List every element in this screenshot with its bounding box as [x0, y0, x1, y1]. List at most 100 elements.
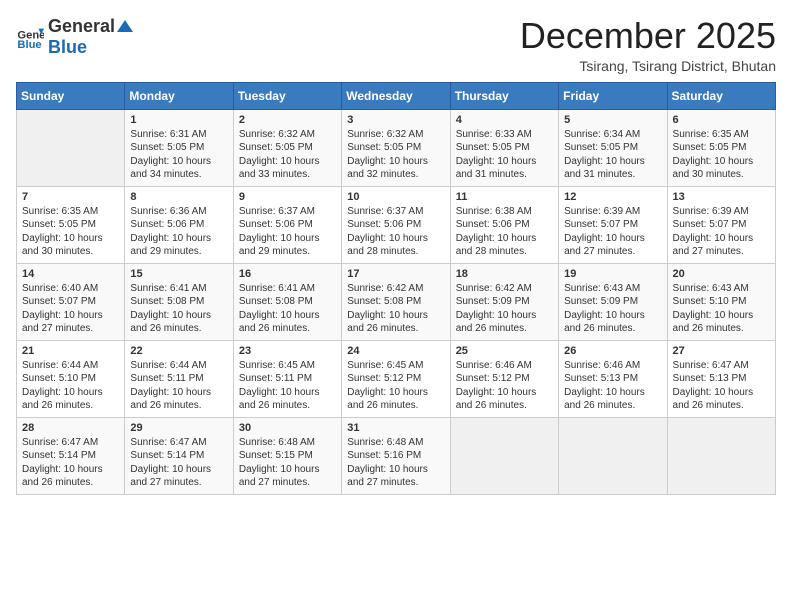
calendar-cell: 2 Sunrise: 6:32 AM Sunset: 5:05 PM Dayli…: [233, 109, 341, 186]
day-number: 18: [456, 268, 553, 280]
cell-content: Sunrise: 6:46 AM Sunset: 5:13 PM Dayligh…: [564, 359, 661, 413]
day-number: 25: [456, 345, 553, 357]
cell-content: Sunrise: 6:33 AM Sunset: 5:05 PM Dayligh…: [456, 128, 553, 182]
calendar-cell: 10 Sunrise: 6:37 AM Sunset: 5:06 PM Dayl…: [342, 186, 450, 263]
cell-content: Sunrise: 6:37 AM Sunset: 5:06 PM Dayligh…: [347, 205, 444, 259]
cell-content: Sunrise: 6:43 AM Sunset: 5:10 PM Dayligh…: [673, 282, 770, 336]
calendar-cell: [559, 417, 667, 494]
cell-content: Sunrise: 6:34 AM Sunset: 5:05 PM Dayligh…: [564, 128, 661, 182]
calendar-week-row: 28 Sunrise: 6:47 AM Sunset: 5:14 PM Dayl…: [17, 417, 776, 494]
calendar-cell: 4 Sunrise: 6:33 AM Sunset: 5:05 PM Dayli…: [450, 109, 558, 186]
day-number: 1: [130, 114, 227, 126]
calendar-cell: 13 Sunrise: 6:39 AM Sunset: 5:07 PM Dayl…: [667, 186, 775, 263]
day-number: 28: [22, 422, 119, 434]
day-number: 10: [347, 191, 444, 203]
cell-content: Sunrise: 6:32 AM Sunset: 5:05 PM Dayligh…: [239, 128, 336, 182]
cell-content: Sunrise: 6:45 AM Sunset: 5:12 PM Dayligh…: [347, 359, 444, 413]
day-number: 21: [22, 345, 119, 357]
cell-content: Sunrise: 6:41 AM Sunset: 5:08 PM Dayligh…: [130, 282, 227, 336]
calendar-cell: 20 Sunrise: 6:43 AM Sunset: 5:10 PM Dayl…: [667, 263, 775, 340]
day-number: 15: [130, 268, 227, 280]
cell-content: Sunrise: 6:40 AM Sunset: 5:07 PM Dayligh…: [22, 282, 119, 336]
calendar-cell: 23 Sunrise: 6:45 AM Sunset: 5:11 PM Dayl…: [233, 340, 341, 417]
day-number: 23: [239, 345, 336, 357]
day-number: 20: [673, 268, 770, 280]
logo-general: General: [48, 16, 115, 37]
calendar-cell: 8 Sunrise: 6:36 AM Sunset: 5:06 PM Dayli…: [125, 186, 233, 263]
day-number: 30: [239, 422, 336, 434]
calendar-week-row: 1 Sunrise: 6:31 AM Sunset: 5:05 PM Dayli…: [17, 109, 776, 186]
calendar-cell: 7 Sunrise: 6:35 AM Sunset: 5:05 PM Dayli…: [17, 186, 125, 263]
calendar-cell: 14 Sunrise: 6:40 AM Sunset: 5:07 PM Dayl…: [17, 263, 125, 340]
calendar-table: SundayMondayTuesdayWednesdayThursdayFrid…: [16, 82, 776, 495]
calendar-cell: 18 Sunrise: 6:42 AM Sunset: 5:09 PM Dayl…: [450, 263, 558, 340]
cell-content: Sunrise: 6:39 AM Sunset: 5:07 PM Dayligh…: [673, 205, 770, 259]
day-number: 17: [347, 268, 444, 280]
cell-content: Sunrise: 6:38 AM Sunset: 5:06 PM Dayligh…: [456, 205, 553, 259]
calendar-cell: 22 Sunrise: 6:44 AM Sunset: 5:11 PM Dayl…: [125, 340, 233, 417]
calendar-cell: 9 Sunrise: 6:37 AM Sunset: 5:06 PM Dayli…: [233, 186, 341, 263]
logo-icon: General Blue: [16, 23, 44, 51]
calendar-cell: 26 Sunrise: 6:46 AM Sunset: 5:13 PM Dayl…: [559, 340, 667, 417]
calendar-cell: 1 Sunrise: 6:31 AM Sunset: 5:05 PM Dayli…: [125, 109, 233, 186]
calendar-cell: 30 Sunrise: 6:48 AM Sunset: 5:15 PM Dayl…: [233, 417, 341, 494]
day-number: 22: [130, 345, 227, 357]
calendar-cell: 28 Sunrise: 6:47 AM Sunset: 5:14 PM Dayl…: [17, 417, 125, 494]
cell-content: Sunrise: 6:44 AM Sunset: 5:10 PM Dayligh…: [22, 359, 119, 413]
day-number: 3: [347, 114, 444, 126]
cell-content: Sunrise: 6:35 AM Sunset: 5:05 PM Dayligh…: [673, 128, 770, 182]
cell-content: Sunrise: 6:32 AM Sunset: 5:05 PM Dayligh…: [347, 128, 444, 182]
cell-content: Sunrise: 6:45 AM Sunset: 5:11 PM Dayligh…: [239, 359, 336, 413]
day-number: 11: [456, 191, 553, 203]
cell-content: Sunrise: 6:46 AM Sunset: 5:12 PM Dayligh…: [456, 359, 553, 413]
day-number: 27: [673, 345, 770, 357]
calendar-day-header: Sunday: [17, 82, 125, 109]
day-number: 5: [564, 114, 661, 126]
day-number: 8: [130, 191, 227, 203]
calendar-cell: 25 Sunrise: 6:46 AM Sunset: 5:12 PM Dayl…: [450, 340, 558, 417]
cell-content: Sunrise: 6:31 AM Sunset: 5:05 PM Dayligh…: [130, 128, 227, 182]
calendar-week-row: 7 Sunrise: 6:35 AM Sunset: 5:05 PM Dayli…: [17, 186, 776, 263]
title-section: December 2025 Tsirang, Tsirang District,…: [520, 16, 776, 74]
day-number: 2: [239, 114, 336, 126]
day-number: 4: [456, 114, 553, 126]
day-number: 13: [673, 191, 770, 203]
cell-content: Sunrise: 6:42 AM Sunset: 5:09 PM Dayligh…: [456, 282, 553, 336]
cell-content: Sunrise: 6:35 AM Sunset: 5:05 PM Dayligh…: [22, 205, 119, 259]
calendar-cell: 29 Sunrise: 6:47 AM Sunset: 5:14 PM Dayl…: [125, 417, 233, 494]
calendar-cell: 24 Sunrise: 6:45 AM Sunset: 5:12 PM Dayl…: [342, 340, 450, 417]
cell-content: Sunrise: 6:44 AM Sunset: 5:11 PM Dayligh…: [130, 359, 227, 413]
calendar-cell: 27 Sunrise: 6:47 AM Sunset: 5:13 PM Dayl…: [667, 340, 775, 417]
calendar-week-row: 14 Sunrise: 6:40 AM Sunset: 5:07 PM Dayl…: [17, 263, 776, 340]
svg-text:Blue: Blue: [17, 39, 41, 51]
month-title: December 2025: [520, 16, 776, 56]
cell-content: Sunrise: 6:41 AM Sunset: 5:08 PM Dayligh…: [239, 282, 336, 336]
calendar-cell: [450, 417, 558, 494]
calendar-cell: 5 Sunrise: 6:34 AM Sunset: 5:05 PM Dayli…: [559, 109, 667, 186]
day-number: 29: [130, 422, 227, 434]
cell-content: Sunrise: 6:39 AM Sunset: 5:07 PM Dayligh…: [564, 205, 661, 259]
logo: General Blue General Blue: [16, 16, 135, 58]
page-header: General Blue General Blue December 2025 …: [16, 16, 776, 74]
day-number: 24: [347, 345, 444, 357]
calendar-cell: 6 Sunrise: 6:35 AM Sunset: 5:05 PM Dayli…: [667, 109, 775, 186]
location-title: Tsirang, Tsirang District, Bhutan: [520, 58, 776, 74]
calendar-cell: 11 Sunrise: 6:38 AM Sunset: 5:06 PM Dayl…: [450, 186, 558, 263]
calendar-cell: 3 Sunrise: 6:32 AM Sunset: 5:05 PM Dayli…: [342, 109, 450, 186]
cell-content: Sunrise: 6:36 AM Sunset: 5:06 PM Dayligh…: [130, 205, 227, 259]
calendar-day-header: Monday: [125, 82, 233, 109]
day-number: 7: [22, 191, 119, 203]
cell-content: Sunrise: 6:43 AM Sunset: 5:09 PM Dayligh…: [564, 282, 661, 336]
calendar-cell: 17 Sunrise: 6:42 AM Sunset: 5:08 PM Dayl…: [342, 263, 450, 340]
calendar-day-header: Tuesday: [233, 82, 341, 109]
day-number: 31: [347, 422, 444, 434]
cell-content: Sunrise: 6:48 AM Sunset: 5:15 PM Dayligh…: [239, 436, 336, 490]
day-number: 9: [239, 191, 336, 203]
calendar-cell: 31 Sunrise: 6:48 AM Sunset: 5:16 PM Dayl…: [342, 417, 450, 494]
calendar-day-header: Thursday: [450, 82, 558, 109]
cell-content: Sunrise: 6:47 AM Sunset: 5:13 PM Dayligh…: [673, 359, 770, 413]
calendar-week-row: 21 Sunrise: 6:44 AM Sunset: 5:10 PM Dayl…: [17, 340, 776, 417]
day-number: 6: [673, 114, 770, 126]
day-number: 14: [22, 268, 119, 280]
calendar-header-row: SundayMondayTuesdayWednesdayThursdayFrid…: [17, 82, 776, 109]
